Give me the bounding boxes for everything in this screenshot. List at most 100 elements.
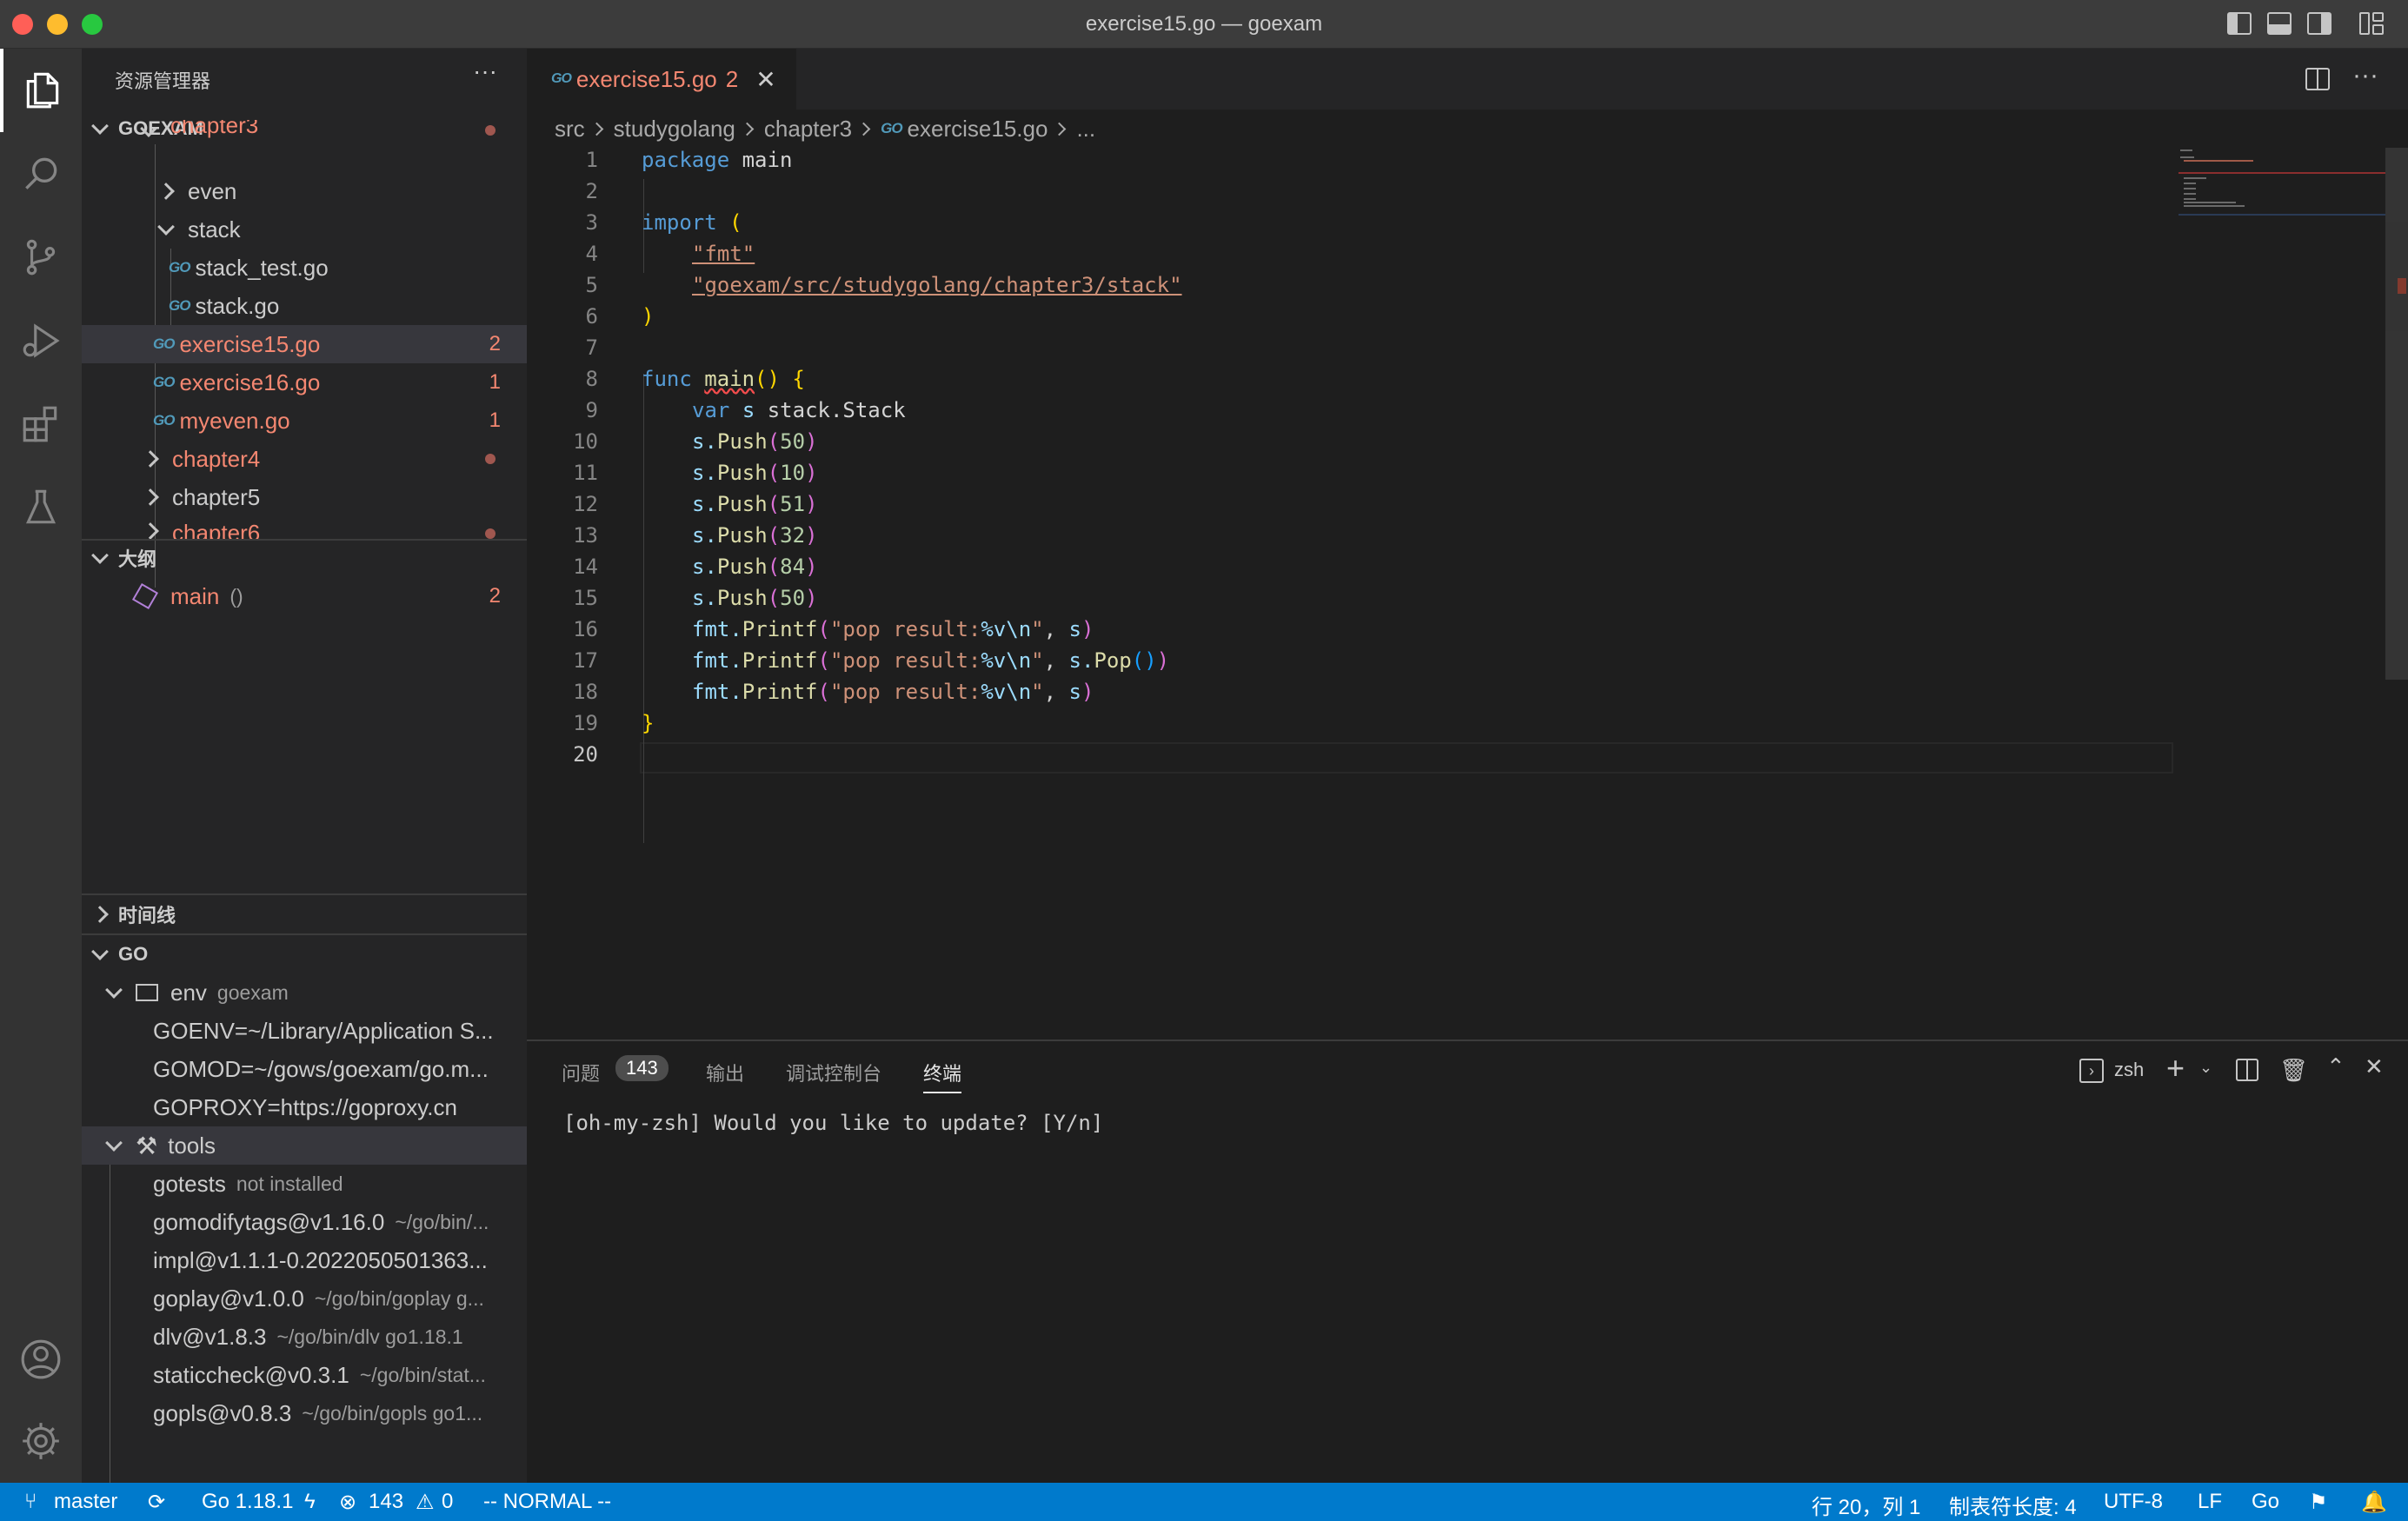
code-line: 7	[585, 335, 598, 360]
breadcrumb-item[interactable]: studygolang	[614, 116, 735, 143]
sidebar-more-icon[interactable]: ···	[473, 57, 497, 85]
code-line: 16 fmt.Printf("pop result:%v\n", s)	[573, 617, 1094, 641]
tree-folder-chapter4[interactable]: chapter4	[82, 440, 527, 478]
terminal-shell-name[interactable]: zsh	[2114, 1059, 2144, 1081]
terminal-output[interactable]: [oh-my-zsh] Would you like to update? [Y…	[563, 1111, 1103, 1135]
tree-file-stack-go[interactable]: GO stack.go	[82, 287, 527, 325]
tree-folder-chapter3[interactable]: chapter3	[82, 120, 527, 143]
go-tool-item[interactable]: goplay@v1.0.0 ~/go/bin/goplay g...	[82, 1279, 527, 1318]
more-actions-icon[interactable]: ···	[2352, 61, 2378, 90]
code-editor[interactable]: 1 package main 2 3 import ( 4 "fmt" 5 "goexa…	[527, 148, 2170, 1034]
source-control-icon[interactable]	[0, 216, 82, 299]
tree-item-label: stack.go	[195, 292, 280, 319]
tab-debug-console[interactable]: 调试控制台	[786, 1059, 881, 1086]
go-env-item[interactable]: GOENV=~/Library/Application S...	[82, 1012, 527, 1050]
go-file-icon: GO	[153, 335, 175, 352]
go-tool-item[interactable]: gopls@v0.8.3 ~/go/bin/gopls go1...	[82, 1394, 527, 1432]
tree-file-stack-test-go[interactable]: GO stack_test.go	[82, 249, 527, 287]
go-env-node[interactable]: env goexam	[82, 973, 527, 1012]
error-count: 1	[489, 370, 501, 394]
close-panel-icon[interactable]: ✕	[2365, 1053, 2384, 1080]
maximize-panel-icon[interactable]: ⌃	[2326, 1053, 2345, 1080]
toggle-primary-sidebar-icon[interactable]	[2227, 12, 2252, 35]
minimap[interactable]	[2179, 148, 2385, 226]
new-terminal-icon[interactable]: +	[2166, 1050, 2185, 1086]
tool-desc: ~/go/bin/dlv go1.18.1	[276, 1325, 463, 1348]
sync-icon[interactable]: ⟳	[148, 1490, 165, 1515]
tab-exercise15-go[interactable]: GO exercise15.go 2 ✕	[527, 49, 796, 110]
tree-folder-stack[interactable]: stack	[82, 210, 527, 249]
go-tool-item[interactable]: dlv@v1.8.3 ~/go/bin/dlv go1.18.1	[82, 1318, 527, 1356]
toggle-secondary-sidebar-icon[interactable]	[2307, 12, 2332, 35]
go-tools-node[interactable]: ⚒ tools	[82, 1126, 527, 1165]
search-icon[interactable]	[0, 132, 82, 216]
customize-layout-icon[interactable]	[2359, 12, 2384, 35]
language-mode[interactable]: Go	[2252, 1490, 2279, 1514]
tree-file-myeven-go[interactable]: GO myeven.go 1	[82, 402, 527, 440]
go-env-item[interactable]: GOMOD=~/gows/goexam/go.m...	[82, 1050, 527, 1088]
breadcrumb-item[interactable]: src	[555, 116, 585, 143]
chevron-right-icon	[157, 183, 175, 200]
extensions-icon[interactable]	[0, 382, 82, 466]
minimap-line	[2180, 156, 2194, 158]
toggle-panel-icon[interactable]	[2267, 12, 2292, 35]
go-tool-item[interactable]: staticcheck@v0.3.1 ~/go/bin/stat...	[82, 1356, 527, 1394]
tree-folder-chapter5[interactable]: chapter5	[82, 478, 527, 516]
tree-folder-even[interactable]: even	[82, 172, 527, 210]
sidebar-header: 资源管理器 ···	[82, 49, 527, 92]
cursor-position[interactable]: 行 20，列 1	[1812, 1490, 1920, 1520]
close-tab-icon[interactable]: ✕	[755, 65, 775, 94]
tool-name: gomodifytags@v1.16.0	[153, 1208, 385, 1235]
split-editor-icon[interactable]	[2305, 68, 2330, 90]
warning-count[interactable]: 0	[442, 1490, 453, 1514]
encoding[interactable]: UTF-8	[2104, 1490, 2163, 1514]
files-icon[interactable]	[0, 49, 82, 132]
breadcrumb-item[interactable]: exercise15.go	[908, 116, 1048, 143]
code-line: 8 func main() {	[585, 367, 805, 391]
go-tool-item[interactable]: gomodifytags@v1.16.0 ~/go/bin/...	[82, 1203, 527, 1241]
testing-icon[interactable]	[0, 466, 82, 549]
explorer-sidebar: 资源管理器 ··· GOEXAM chapter3 even stack GO …	[82, 49, 527, 1483]
error-count[interactable]: 143	[369, 1490, 403, 1514]
tab-terminal[interactable]: 终端	[923, 1059, 962, 1093]
settings-gear-icon[interactable]	[0, 1399, 82, 1483]
trash-icon[interactable]: 🗑	[2279, 1057, 2308, 1084]
notifications-bell-icon[interactable]: 🔔	[2361, 1490, 2387, 1515]
chevron-right-icon	[740, 122, 755, 136]
outline-item-main[interactable]: main () 2	[82, 577, 527, 615]
terminal-icon: ›	[2079, 1059, 2104, 1083]
breadcrumb-item[interactable]: chapter3	[764, 116, 852, 143]
minimap-line	[2184, 198, 2196, 200]
section-go[interactable]: GO	[82, 935, 527, 973]
go-env-item[interactable]: GOPROXY=https://goproxy.cn	[82, 1088, 527, 1126]
feedback-icon[interactable]: ⚑	[2309, 1490, 2328, 1515]
tree-file-exercise16-go[interactable]: GO exercise16.go 1	[82, 363, 527, 402]
warning-icon: ⚠	[416, 1491, 435, 1514]
tree-file-exercise15-go[interactable]: GO exercise15.go 2	[82, 325, 527, 363]
editor-scrollbar[interactable]	[2385, 148, 2408, 680]
section-timeline[interactable]: 时间线	[82, 895, 527, 933]
tab-problems[interactable]: 问题	[562, 1059, 600, 1086]
chevron-right-icon	[91, 906, 109, 923]
go-version[interactable]: Go 1.18.1	[202, 1490, 293, 1514]
code-line: 4 "fmt"	[585, 242, 755, 266]
tree-item-label: chapter3	[170, 120, 259, 138]
go-tool-item[interactable]: impl@v1.1.1-0.2022050501363...	[82, 1241, 527, 1279]
run-debug-icon[interactable]	[0, 299, 82, 382]
minimap-line	[2184, 160, 2253, 162]
breadcrumb-item[interactable]: ...	[1076, 116, 1095, 143]
split-terminal-icon[interactable]	[2236, 1059, 2258, 1081]
tab-label: exercise15.go	[575, 65, 717, 92]
tree-folder-chapter6[interactable]: chapter6	[82, 516, 527, 539]
go-env-desc: goexam	[216, 980, 289, 1004]
tab-size[interactable]: 制表符长度: 4	[1949, 1490, 2077, 1520]
chevron-down-icon[interactable]: ⌄	[2199, 1059, 2212, 1077]
end-of-line[interactable]: LF	[2198, 1490, 2222, 1514]
git-branch[interactable]: master	[54, 1490, 117, 1514]
tab-output[interactable]: 输出	[706, 1059, 744, 1086]
go-file-icon: GO	[881, 120, 902, 136]
go-tool-item[interactable]: gotests not installed	[82, 1165, 527, 1203]
account-icon[interactable]	[0, 1318, 82, 1401]
method-cube-icon	[131, 582, 159, 610]
section-outline[interactable]: 大纲	[82, 539, 527, 577]
